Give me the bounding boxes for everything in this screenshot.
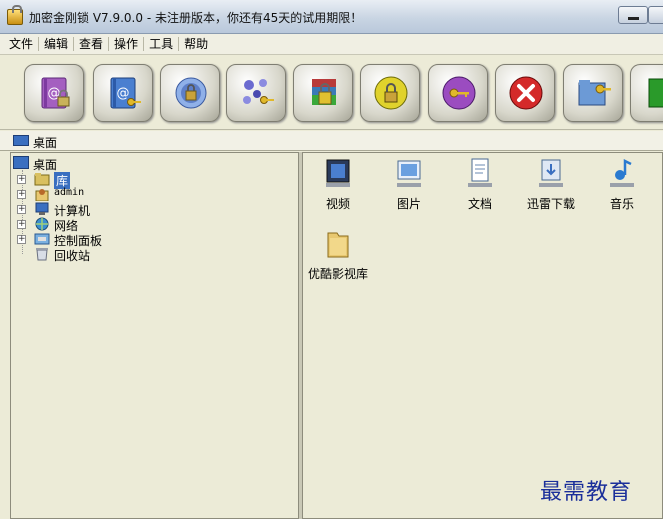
document-library-icon	[464, 157, 496, 189]
address-bar[interactable]: 桌面	[0, 131, 663, 151]
file-item-youku-library[interactable]: 优酷影视库	[303, 227, 373, 282]
archive-encrypt-button[interactable]	[293, 64, 353, 122]
file-label: 文档	[467, 197, 492, 211]
file-item-documents[interactable]: 文档	[445, 157, 515, 212]
decrypt-book-icon: @	[110, 77, 141, 109]
file-item-music[interactable]: 音乐	[587, 157, 657, 212]
tree-item-control-panel[interactable]: + 控制面板	[17, 232, 217, 248]
picture-library-icon	[393, 157, 425, 189]
tree-item-recycle-bin[interactable]: 回收站	[17, 247, 217, 263]
file-item-xunlei-download[interactable]: 迅雷下载	[516, 157, 586, 212]
app-lock-icon	[7, 5, 23, 25]
control-panel-icon	[34, 232, 50, 246]
folder-icon	[322, 227, 354, 259]
expand-icon[interactable]: +	[17, 190, 26, 199]
file-item-video[interactable]: 视频	[303, 157, 373, 212]
maximize-button[interactable]	[648, 6, 663, 24]
delete-button[interactable]	[495, 64, 555, 122]
tree-item-admin[interactable]: + admin	[17, 187, 217, 202]
padlock-icon	[374, 76, 408, 110]
archive-lock-icon	[312, 79, 336, 105]
key-manage-button[interactable]	[226, 64, 286, 122]
desktop-icon	[13, 135, 29, 146]
tree-item-network[interactable]: + 网络	[17, 217, 217, 233]
key-molecule-icon	[243, 79, 274, 104]
desktop-icon	[13, 156, 29, 169]
folder-key-icon	[578, 80, 611, 106]
minimize-button[interactable]	[618, 6, 648, 24]
svg-text:@: @	[117, 86, 130, 101]
toolbar: @ @	[0, 55, 663, 130]
menu-bar: 文件 编辑 查看 操作 工具 帮助	[0, 34, 663, 55]
title-bar: 加密金刚锁 V7.9.0.0 - 未注册版本，你还有45天的试用期限！	[0, 0, 663, 34]
key-circle-icon	[442, 76, 476, 110]
exit-icon	[648, 78, 663, 108]
key-button[interactable]	[428, 64, 488, 122]
folder-tree[interactable]: 桌面 + 库 + admin + 计算机 + 网络 + 控制面板 回收站	[10, 152, 299, 519]
menu-operate[interactable]: 操作	[109, 37, 145, 51]
file-label: 图片	[396, 197, 421, 211]
video-library-icon	[322, 157, 354, 189]
user-folder-icon	[34, 187, 50, 202]
menu-edit[interactable]: 编辑	[39, 37, 75, 51]
file-label: 音乐	[609, 197, 634, 211]
menu-file[interactable]: 文件	[4, 37, 40, 51]
download-library-icon	[535, 157, 567, 189]
exit-button[interactable]	[630, 64, 663, 122]
network-icon	[34, 217, 50, 231]
menu-tools[interactable]: 工具	[144, 37, 180, 51]
library-icon	[34, 172, 50, 186]
file-list[interactable]: 视频 图片 文档 迅雷下载 音乐 优酷影视库	[302, 152, 663, 519]
tree-item-computer[interactable]: + 计算机	[17, 202, 217, 218]
decrypt-button[interactable]: @	[93, 64, 153, 122]
network-lock-icon	[175, 77, 207, 109]
menu-view[interactable]: 查看	[74, 37, 110, 51]
tree-item-library[interactable]: + 库	[17, 172, 217, 189]
expand-icon[interactable]: +	[17, 235, 26, 244]
file-label: 视频	[325, 197, 350, 211]
folder-encrypt-button[interactable]	[563, 64, 623, 122]
file-label: 迅雷下载	[526, 197, 575, 211]
address-text: 桌面	[33, 136, 58, 150]
encrypt-book-icon: @	[41, 77, 70, 109]
encrypt-button[interactable]: @	[24, 64, 84, 122]
file-item-pictures[interactable]: 图片	[374, 157, 444, 212]
expand-icon[interactable]: +	[17, 175, 26, 184]
computer-icon	[34, 202, 50, 216]
watermark: 最需教育	[540, 480, 633, 505]
tree-label: 回收站	[54, 249, 91, 263]
tree-label: 桌面	[33, 158, 58, 172]
tree-label: admin	[54, 187, 85, 198]
expand-icon[interactable]: +	[17, 205, 26, 214]
network-encrypt-button[interactable]	[160, 64, 220, 122]
file-label: 优酷影视库	[307, 267, 368, 281]
music-library-icon	[606, 157, 638, 189]
menu-help[interactable]: 帮助	[179, 37, 213, 51]
lock-button[interactable]	[360, 64, 420, 122]
close-icon	[509, 76, 543, 110]
window-title: 加密金刚锁 V7.9.0.0 - 未注册版本，你还有45天的试用期限！	[29, 11, 363, 25]
expand-icon[interactable]: +	[17, 220, 26, 229]
recycle-bin-icon	[34, 247, 50, 261]
